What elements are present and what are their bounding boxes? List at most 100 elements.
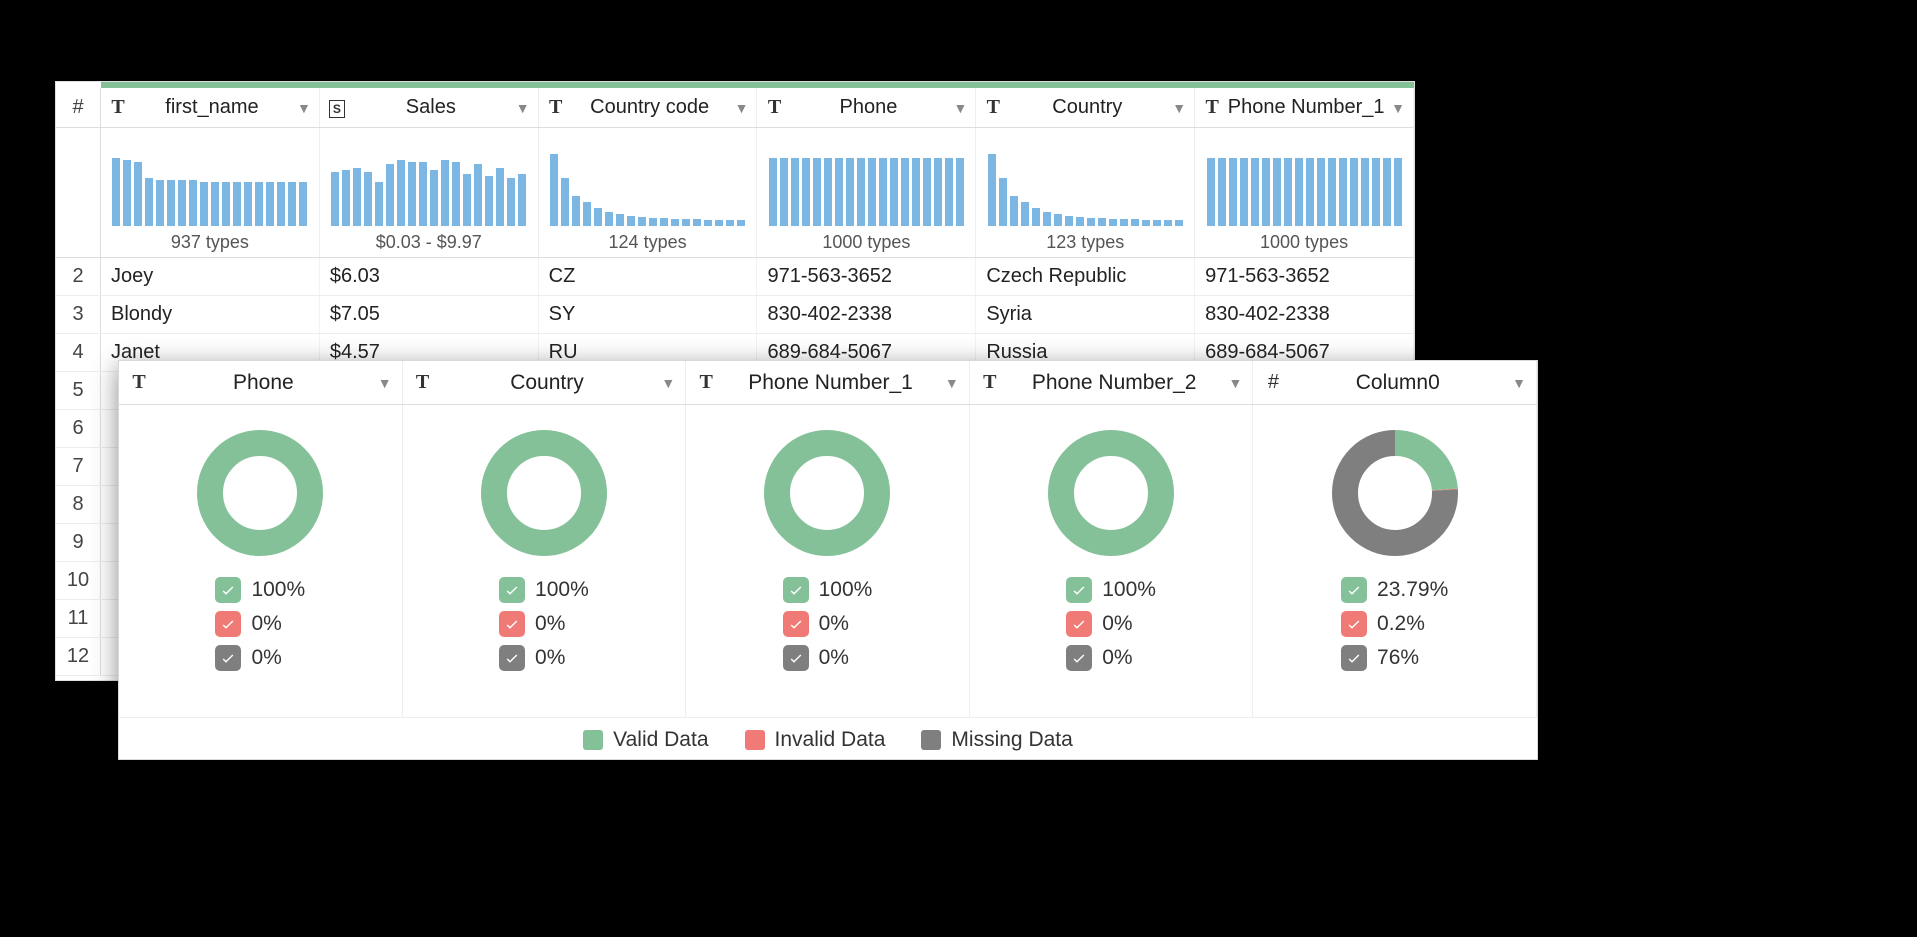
data-quality-panel: TPhone▼TCountry▼TPhone Number_1▼TPhone N… <box>118 360 1538 760</box>
histogram-label: 1000 types <box>1260 232 1348 253</box>
cell[interactable]: SY <box>539 296 758 333</box>
type-icon: # <box>1263 371 1283 394</box>
cell[interactable]: CZ <box>539 258 758 295</box>
donut-chart <box>474 423 614 563</box>
chevron-down-icon[interactable]: ▼ <box>1172 100 1186 116</box>
stat-invalid: 0% <box>499 611 565 637</box>
histogram-bar <box>353 168 361 226</box>
histogram-bar <box>1142 220 1150 226</box>
type-icon: T <box>765 96 783 119</box>
histogram-bar <box>956 158 964 226</box>
histogram-bar <box>550 154 558 226</box>
cell[interactable]: 830-402-2338 <box>757 296 976 333</box>
histogram-cell[interactable]: 124 types <box>539 128 758 257</box>
quality-stats: 23.79%0.2%76% <box>1341 577 1448 671</box>
histogram-bar <box>737 220 745 226</box>
histogram-bar <box>835 158 843 226</box>
chevron-down-icon[interactable]: ▼ <box>1229 375 1243 391</box>
row-number: 7 <box>56 448 101 485</box>
histogram-bar <box>1306 158 1314 226</box>
cell[interactable]: $6.03 <box>320 258 539 295</box>
histogram-cell[interactable]: 937 types <box>101 128 320 257</box>
cell[interactable]: Joey <box>101 258 320 295</box>
type-icon: T <box>984 96 1002 119</box>
histogram-bar <box>999 178 1007 226</box>
column-header[interactable]: Tfirst_name▼ <box>101 88 320 127</box>
histogram-bar <box>507 178 515 226</box>
cell[interactable]: Blondy <box>101 296 320 333</box>
histogram-bars <box>988 148 1183 226</box>
chevron-down-icon[interactable]: ▼ <box>945 375 959 391</box>
histogram-bar <box>912 158 920 226</box>
histogram-bar <box>1361 158 1369 226</box>
stat-invalid-value: 0.2% <box>1377 612 1425 636</box>
donut-segment-valid <box>1061 443 1161 543</box>
histogram-bar <box>1109 219 1117 226</box>
check-icon <box>1341 577 1367 603</box>
quality-stats: 100%0%0% <box>215 577 305 671</box>
stat-invalid-value: 0% <box>819 612 849 636</box>
check-icon <box>1066 577 1092 603</box>
chevron-down-icon[interactable]: ▼ <box>1512 375 1526 391</box>
histogram-bar <box>594 208 602 226</box>
histogram-bar <box>244 182 252 226</box>
histogram-bar <box>463 174 471 226</box>
chevron-down-icon[interactable]: ▼ <box>516 100 530 116</box>
row-number: 6 <box>56 410 101 447</box>
histogram-bar <box>890 158 898 226</box>
legend-valid-label: Valid Data <box>613 728 708 752</box>
histogram-cell[interactable]: 123 types <box>976 128 1195 257</box>
histogram-cell[interactable]: 1000 types <box>757 128 976 257</box>
chevron-down-icon[interactable]: ▼ <box>735 100 749 116</box>
cell[interactable]: 971-563-3652 <box>1195 258 1414 295</box>
table-row[interactable]: 2Joey$6.03CZ971-563-3652Czech Republic97… <box>56 258 1414 296</box>
quality-column-header[interactable]: TPhone▼ <box>119 361 403 404</box>
histogram-label: $0.03 - $9.97 <box>376 232 482 253</box>
row-number: 4 <box>56 334 101 371</box>
check-icon <box>215 611 241 637</box>
histogram-bar <box>1175 220 1183 226</box>
histogram-bar <box>1120 219 1128 226</box>
cell[interactable]: $7.05 <box>320 296 539 333</box>
type-icon: T <box>547 96 565 119</box>
histogram-bar <box>682 219 690 226</box>
chevron-down-icon[interactable]: ▼ <box>297 100 311 116</box>
histogram-bar <box>616 214 624 226</box>
legend-missing: Missing Data <box>921 728 1072 752</box>
chevron-down-icon[interactable]: ▼ <box>953 100 967 116</box>
quality-column-header[interactable]: # Column0 ▼ <box>1253 361 1537 404</box>
quality-column-header[interactable]: TCountry▼ <box>403 361 687 404</box>
column-header[interactable]: TCountry▼ <box>976 88 1195 127</box>
quality-column-header[interactable]: TPhone Number_1▼ <box>686 361 970 404</box>
histogram-bar <box>189 180 197 226</box>
histogram-bar <box>660 218 668 226</box>
chevron-down-icon[interactable]: ▼ <box>378 375 392 391</box>
cell[interactable]: 971-563-3652 <box>757 258 976 295</box>
cell[interactable]: Syria <box>976 296 1195 333</box>
histogram-cell[interactable]: $0.03 - $9.97 <box>320 128 539 257</box>
histogram-bar <box>1164 220 1172 226</box>
histogram-bar <box>1218 158 1226 226</box>
row-number: 5 <box>56 372 101 409</box>
chevron-down-icon[interactable]: ▼ <box>661 375 675 391</box>
stat-missing-value: 76% <box>1377 646 1419 670</box>
histogram-label: 1000 types <box>822 232 910 253</box>
column-header[interactable]: TPhone Number_1▼ <box>1195 88 1414 127</box>
histogram-cell[interactable]: 1000 types <box>1195 128 1414 257</box>
cell[interactable]: Czech Republic <box>976 258 1195 295</box>
column-header[interactable]: TCountry code▼ <box>539 88 758 127</box>
table-row[interactable]: 3Blondy$7.05SY830-402-2338Syria830-402-2… <box>56 296 1414 334</box>
quality-headers-row: TPhone▼TCountry▼TPhone Number_1▼TPhone N… <box>119 361 1537 405</box>
chevron-down-icon[interactable]: ▼ <box>1391 100 1405 116</box>
column-header[interactable]: TPhone▼ <box>757 88 976 127</box>
cell[interactable]: 830-402-2338 <box>1195 296 1414 333</box>
column-label: Column0 <box>1291 371 1504 395</box>
histogram-bar <box>397 160 405 226</box>
histogram-bar <box>901 158 909 226</box>
type-icon: S <box>328 96 346 119</box>
column-header[interactable]: SSales▼ <box>320 88 539 127</box>
histogram-bar <box>288 182 296 226</box>
quality-column-header[interactable]: TPhone Number_2▼ <box>970 361 1254 404</box>
histogram-bar <box>704 220 712 226</box>
stat-valid: 100% <box>1066 577 1156 603</box>
